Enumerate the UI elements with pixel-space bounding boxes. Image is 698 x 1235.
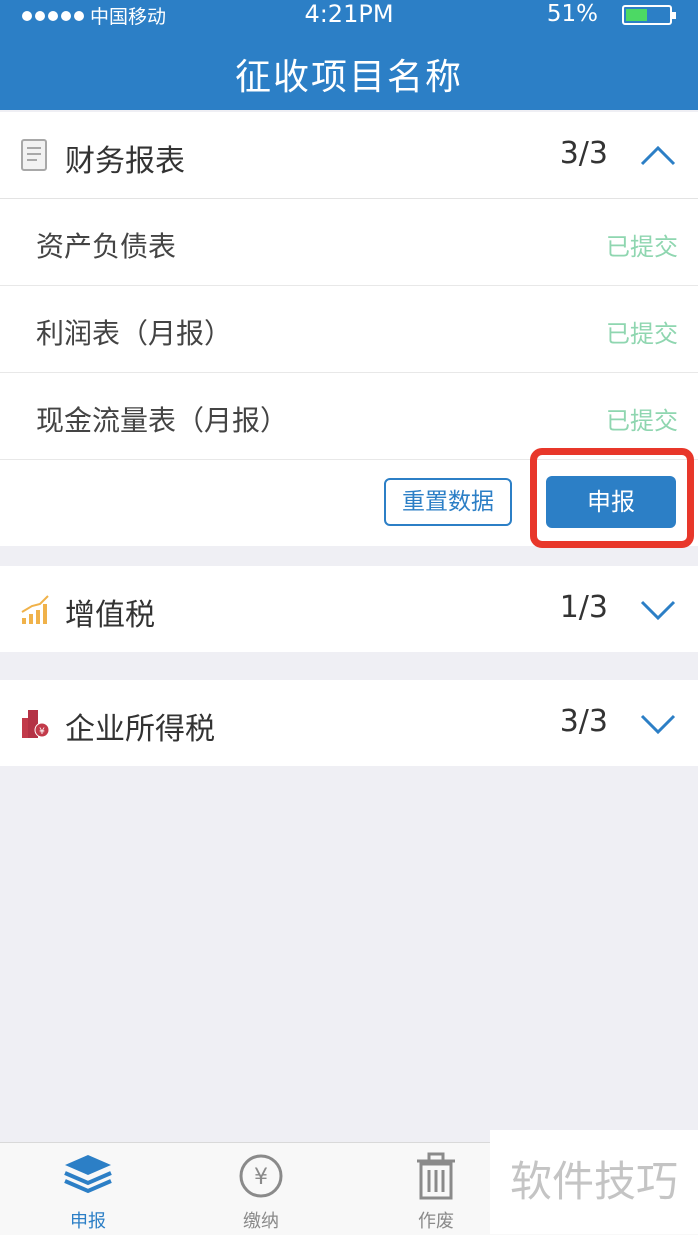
svg-text:¥: ¥ xyxy=(254,1165,268,1190)
tab-label: 作废 xyxy=(418,1211,454,1232)
battery-icon xyxy=(622,5,676,25)
list-item[interactable]: 资产负债表 已提交 xyxy=(0,199,698,286)
item-name: 资产负债表 xyxy=(36,230,177,263)
battery-fill xyxy=(626,9,648,21)
section-label: 企业所得税 xyxy=(65,712,215,747)
section-count: 1/3 xyxy=(559,590,608,625)
tab-void[interactable]: 作废 xyxy=(376,1151,496,1233)
list-item[interactable]: 利润表（月报） 已提交 xyxy=(0,286,698,373)
section-count: 3/3 xyxy=(559,704,608,739)
section-header-financial[interactable]: 财务报表 3/3 xyxy=(0,112,698,199)
document-icon xyxy=(21,139,47,171)
tab-label: 申报 xyxy=(70,1211,106,1232)
battery-percent: 51% xyxy=(546,1,598,27)
watermark: 软件技巧 xyxy=(490,1130,698,1234)
section-corporate-income-tax: ¥ 企业所得税 3/3 xyxy=(0,680,698,766)
chevron-down-icon[interactable] xyxy=(638,708,678,738)
chevron-up-icon[interactable] xyxy=(638,140,678,170)
tab-declare[interactable]: 申报 xyxy=(28,1151,148,1233)
yen-coin-icon: ¥ xyxy=(239,1154,283,1198)
item-name: 利润表（月报） xyxy=(36,317,233,350)
list-item[interactable]: 现金流量表（月报） 已提交 xyxy=(0,373,698,460)
tab-label: 缴纳 xyxy=(243,1211,279,1232)
item-status: 已提交 xyxy=(606,233,678,261)
chevron-down-icon[interactable] xyxy=(638,594,678,624)
tax-building-icon: ¥ xyxy=(22,710,50,738)
status-bar: 中国移动 4:21PM 51% xyxy=(0,0,698,30)
section-count: 3/3 xyxy=(559,136,608,171)
layers-icon xyxy=(64,1155,112,1194)
app-header: 中国移动 4:21PM 51% 征收项目名称 xyxy=(0,0,698,110)
item-name: 现金流量表（月报） xyxy=(36,404,289,437)
section-label: 增值税 xyxy=(65,598,155,633)
section-header-vat[interactable]: 增值税 1/3 xyxy=(0,566,698,652)
item-status: 已提交 xyxy=(606,407,678,435)
tab-pay[interactable]: ¥ 缴纳 xyxy=(201,1151,321,1233)
svg-text:¥: ¥ xyxy=(39,727,45,737)
trash-icon xyxy=(417,1152,455,1200)
section-vat: 增值税 1/3 xyxy=(0,566,698,652)
item-status: 已提交 xyxy=(606,320,678,348)
page-title: 征收项目名称 xyxy=(234,57,463,98)
declare-button-highlight xyxy=(530,448,694,548)
section-label: 财务报表 xyxy=(65,144,185,179)
reset-data-button[interactable]: 重置数据 xyxy=(384,478,512,526)
growth-chart-icon xyxy=(21,595,49,624)
section-header-corporate-tax[interactable]: ¥ 企业所得税 3/3 xyxy=(0,680,698,766)
